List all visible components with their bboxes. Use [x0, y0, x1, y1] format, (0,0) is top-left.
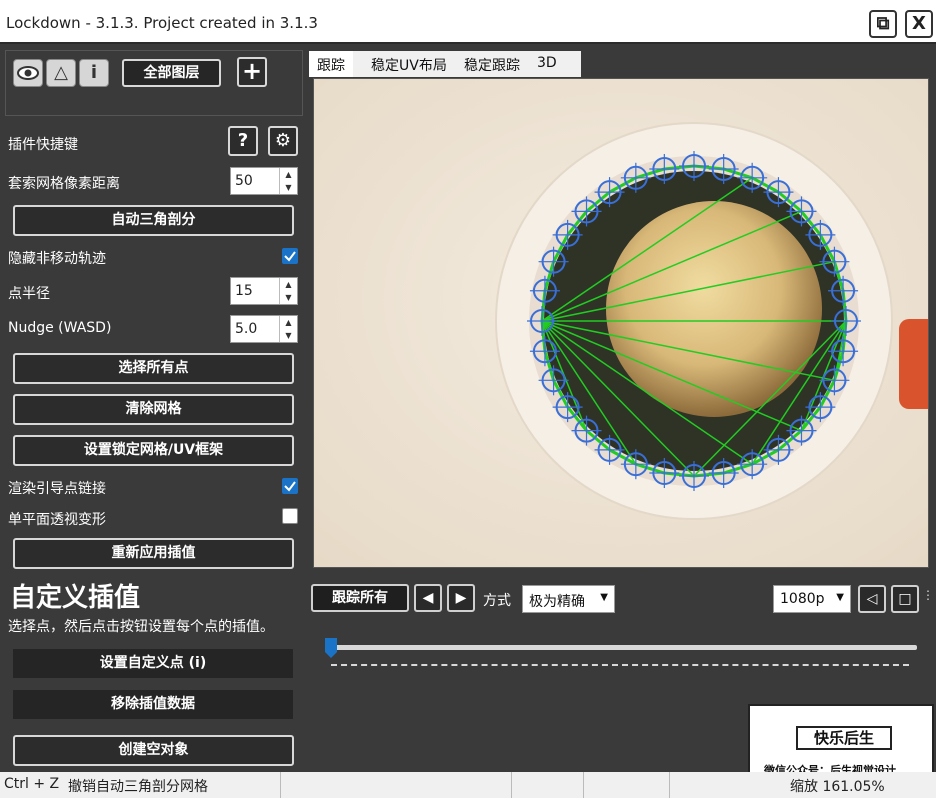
help-icon[interactable]: ? — [228, 126, 258, 156]
plugin-shortcuts-label: 插件快捷键 — [8, 137, 78, 153]
timeline-track[interactable] — [325, 645, 917, 650]
hide-static-tracks-label: 隐藏非移动轨迹 — [8, 251, 106, 267]
toolbox-panel: △ i 全部图层 + — [5, 50, 303, 116]
stepper-down-icon[interactable]: ▼ — [280, 329, 297, 342]
point-radius-label: 点半径 — [8, 286, 50, 302]
prev-frame-icon[interactable]: ◀ — [414, 584, 442, 612]
tab-stabilize-uv[interactable]: 稳定UV布局 — [363, 51, 455, 77]
status-bar: Ctrl + Z 撤销自动三角剖分网格 缩放 161.05% — [0, 772, 936, 798]
nudge-label: Nudge (WASD) — [8, 320, 112, 336]
lasso-grid-stepper[interactable]: 50 ▲ ▼ — [230, 167, 298, 195]
status-separator — [583, 772, 584, 798]
next-frame-icon[interactable]: ▶ — [447, 584, 475, 612]
mode-select[interactable]: 极为精确 ▼ — [522, 585, 615, 613]
create-null-button[interactable]: 创建空对象 — [13, 735, 294, 766]
timeline-playhead[interactable] — [324, 637, 338, 659]
triangle-icon[interactable]: △ — [46, 59, 76, 87]
status-separator — [511, 772, 512, 798]
nudge-value: 5.0 — [235, 321, 258, 337]
status-separator — [280, 772, 281, 798]
custom-interp-description: 选择点，然后点击按钮设置每个点的插值。 — [8, 619, 274, 635]
set-lock-grid-button[interactable]: 设置锁定网格/UV框架 — [13, 435, 294, 466]
select-all-points-button[interactable]: 选择所有点 — [13, 353, 294, 384]
tab-stabilize-track[interactable]: 稳定跟踪 — [456, 51, 528, 77]
custom-interp-heading: 自定义插值 — [10, 583, 141, 613]
back-icon[interactable]: ◁ — [858, 585, 886, 613]
hide-static-tracks-checkbox[interactable] — [282, 248, 298, 264]
single-plane-label: 单平面透视变形 — [8, 512, 106, 528]
restore-button[interactable]: ⧉ — [869, 10, 897, 38]
point-radius-stepper[interactable]: 15 ▲ ▼ — [230, 277, 298, 305]
single-plane-checkbox[interactable] — [282, 508, 298, 524]
viewer-canvas — [314, 79, 928, 567]
status-shortcut: Ctrl + Z — [4, 776, 60, 792]
tracking-viewer[interactable] — [313, 78, 929, 568]
close-button[interactable]: X — [905, 10, 933, 38]
stepper-up-icon[interactable]: ▲ — [280, 278, 297, 291]
chevron-down-icon: ▼ — [836, 592, 844, 603]
coffee-foam — [606, 201, 822, 417]
mug-handle — [899, 319, 928, 409]
resolution-select[interactable]: 1080p ▼ — [773, 585, 851, 613]
mode-value: 极为精确 — [529, 594, 585, 610]
gear-icon[interactable]: ⚙ — [268, 126, 298, 156]
stop-icon[interactable]: □ — [891, 585, 919, 613]
stepper-down-icon[interactable]: ▼ — [280, 181, 297, 194]
track-all-button[interactable]: 跟踪所有 — [311, 584, 409, 612]
render-guides-checkbox[interactable] — [282, 478, 298, 494]
stepper-up-icon[interactable]: ▲ — [280, 316, 297, 329]
render-guides-label: 渲染引导点链接 — [8, 481, 106, 497]
lasso-grid-label: 套索网格像素距离 — [8, 176, 120, 192]
tab-3d[interactable]: 3D — [529, 51, 565, 77]
add-icon[interactable]: + — [237, 57, 267, 87]
point-radius-value: 15 — [235, 283, 253, 299]
all-layers-button[interactable]: 全部图层 — [122, 59, 221, 87]
watermark: 快乐后生 微信公众号：后生视觉设计 — [748, 704, 934, 777]
stepper-down-icon[interactable]: ▼ — [280, 291, 297, 304]
title-bar: Lockdown - 3.1.3. Project created in 3.1… — [0, 0, 936, 44]
tab-track[interactable]: 跟踪 — [309, 51, 353, 77]
auto-triangulate-button[interactable]: 自动三角剖分 — [13, 205, 294, 236]
reapply-interp-button[interactable]: 重新应用插值 — [13, 538, 294, 569]
window-title: Lockdown - 3.1.3. Project created in 3.1… — [6, 14, 318, 32]
status-zoom: 缩放 161.05% — [790, 779, 885, 795]
clear-grid-button[interactable]: 清除网格 — [13, 394, 294, 425]
mode-label: 方式 — [483, 593, 511, 609]
remove-interp-button[interactable]: 移除插值数据 — [13, 690, 293, 719]
watermark-title: 快乐后生 — [796, 726, 892, 750]
timeline-keyframes — [331, 664, 909, 666]
info-icon[interactable]: i — [79, 59, 109, 87]
nudge-stepper[interactable]: 5.0 ▲ ▼ — [230, 315, 298, 343]
resolution-value: 1080p — [780, 591, 825, 607]
more-icon[interactable]: ⋮ — [922, 588, 936, 610]
lasso-grid-value: 50 — [235, 173, 253, 189]
chevron-down-icon: ▼ — [600, 592, 608, 603]
status-separator — [669, 772, 670, 798]
set-custom-point-button[interactable]: 设置自定义点 (i) — [13, 649, 293, 678]
tab-bar: 跟踪 稳定UV布局 稳定跟踪 3D — [309, 51, 581, 77]
stepper-up-icon[interactable]: ▲ — [280, 168, 297, 181]
eye-icon[interactable] — [13, 59, 43, 87]
status-message: 撤销自动三角剖分网格 — [68, 779, 208, 795]
